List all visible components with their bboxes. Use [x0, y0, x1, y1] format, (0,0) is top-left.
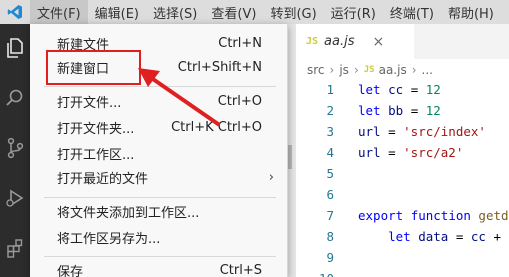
chevron-right-icon: ›: [329, 63, 335, 77]
code-text: url = 'src/index': [358, 124, 486, 139]
menu-view[interactable]: 查看(V): [204, 0, 263, 24]
js-file-icon: JS: [306, 36, 319, 47]
code-line[interactable]: 10: [296, 268, 509, 277]
code-line[interactable]: 2 let bb = 12: [296, 100, 509, 121]
code-line[interactable]: 3 url = 'src/index': [296, 121, 509, 142]
menu-edit[interactable]: 编辑(E): [88, 0, 146, 24]
line-number: 7: [326, 208, 334, 223]
code-line[interactable]: 1 let cc = 12: [296, 79, 509, 100]
line-number: 8: [326, 229, 334, 244]
menu-add-folder-to-workspace[interactable]: 将文件夹添加到工作区...: [30, 199, 288, 223]
annotation-arrow-icon: [138, 68, 220, 126]
breadcrumb-file[interactable]: aa.js: [379, 63, 407, 77]
line-number: 6: [326, 187, 334, 202]
code-line[interactable]: 5: [296, 163, 509, 184]
line-number: 10: [296, 271, 334, 277]
breadcrumb-js[interactable]: js: [339, 63, 349, 77]
line-number: 5: [326, 166, 334, 181]
menu-save-workspace-as[interactable]: 将工作区另存为...: [30, 225, 288, 249]
menu-open-workspace[interactable]: 打开工作区...: [30, 141, 288, 165]
code-line[interactable]: 4 url = 'src/a2': [296, 142, 509, 163]
menu-separator: [44, 197, 276, 198]
close-icon[interactable]: ×: [373, 34, 385, 50]
code-line[interactable]: 9: [296, 247, 509, 268]
sidebar-scrollbar[interactable]: [288, 145, 292, 169]
menu-run[interactable]: 运行(R): [324, 0, 383, 24]
menu-go[interactable]: 转到(G): [263, 0, 323, 24]
code-line[interactable]: 6: [296, 184, 509, 205]
breadcrumb-src[interactable]: src: [307, 63, 325, 77]
tab-label: aa.js: [324, 34, 355, 49]
code-line[interactable]: 8 let data = cc +: [296, 226, 509, 247]
menu-terminal[interactable]: 终端(T): [383, 0, 441, 24]
chevron-right-icon: ›: [268, 169, 274, 185]
code-text: url = 'src/a2': [358, 145, 464, 160]
menu-file[interactable]: 文件(F): [30, 0, 88, 24]
annotation-highlight-box: [46, 50, 141, 85]
code-editor[interactable]: 1 let cc = 12 2 let bb = 12 3 url = 'src/inde…: [296, 79, 509, 277]
code-text: let bb = 12: [358, 103, 441, 118]
extensions-icon[interactable]: [0, 230, 30, 266]
menu-separator: [44, 256, 276, 257]
tab-aa-js[interactable]: JS aa.js ×: [296, 24, 414, 59]
chevron-right-icon: ›: [353, 63, 359, 77]
chevron-right-icon: ›: [411, 63, 417, 77]
code-text: let data = cc +: [388, 229, 502, 244]
run-debug-icon[interactable]: [0, 180, 30, 216]
breadcrumb-more[interactable]: ...: [422, 63, 433, 77]
files-icon[interactable]: [0, 30, 30, 66]
activity-bar: [0, 24, 30, 277]
menu-selection[interactable]: 选择(S): [146, 0, 204, 24]
line-number: 4: [326, 145, 334, 160]
code-text: export function getd: [358, 208, 509, 223]
menu-open-recent[interactable]: 打开最近的文件 ›: [30, 165, 288, 189]
js-file-icon: JS: [363, 65, 375, 75]
source-control-icon[interactable]: [0, 130, 30, 166]
menu-help[interactable]: 帮助(H): [441, 0, 501, 24]
line-number: 1: [326, 82, 334, 97]
search-icon[interactable]: [0, 80, 30, 116]
menu-save[interactable]: 保存 Ctrl+S: [30, 258, 288, 277]
line-number: 3: [326, 124, 334, 139]
code-line[interactable]: 7 export function getd: [296, 205, 509, 226]
vscode-logo-icon: [0, 0, 30, 24]
menu-bar: 文件(F) 编辑(E) 选择(S) 查看(V) 转到(G) 运行(R) 终端(T…: [0, 0, 509, 24]
line-number: 2: [326, 103, 334, 118]
code-text: let cc = 12: [358, 82, 441, 97]
line-number: 9: [326, 250, 334, 265]
breadcrumb: src › js › JS aa.js › ...: [307, 61, 433, 79]
